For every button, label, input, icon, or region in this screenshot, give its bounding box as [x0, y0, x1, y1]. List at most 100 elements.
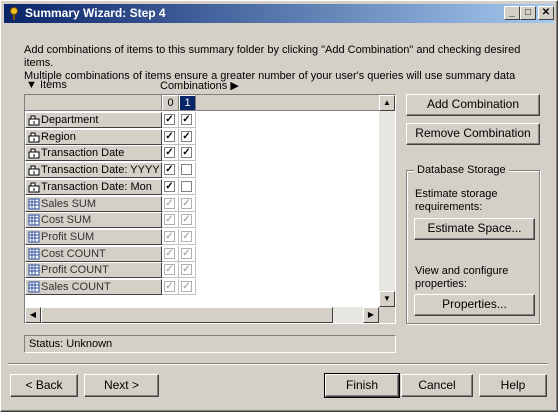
scroll-left-button[interactable]: ◀	[25, 307, 41, 323]
row-label-text: Transaction Date: YYYY	[41, 164, 160, 177]
combination-cell: ✓	[179, 145, 196, 162]
combination-checkbox[interactable]: ✓	[164, 114, 175, 125]
combination-checkbox[interactable]	[181, 164, 192, 176]
row-label[interactable]: Sales SUM	[25, 195, 162, 212]
measure-icon	[28, 231, 40, 243]
combination-checkbox[interactable]: ✓	[181, 114, 192, 125]
combination-cell: ✓	[162, 112, 179, 128]
combination-checkbox: ✓	[164, 247, 175, 259]
row-label[interactable]: Cost SUM	[25, 212, 162, 229]
measure-icon	[28, 264, 40, 276]
next-arrow-icon: >	[132, 378, 140, 392]
column-header-0[interactable]: 0	[162, 95, 179, 111]
instructions-line-1: Add combinations of items to this summar…	[24, 44, 521, 69]
combinations-header[interactable]: Combinations ▶	[160, 79, 239, 92]
scroll-down-button[interactable]: ▼	[379, 291, 395, 307]
grid-header-filler	[196, 95, 379, 111]
horizontal-scroll-thumb[interactable]	[41, 307, 333, 323]
combination-cell: ✓	[162, 245, 179, 262]
combination-cell: ✓	[162, 162, 179, 179]
wizard-icon	[10, 7, 18, 20]
vertical-scrollbar[interactable]: ▲ ▼	[379, 95, 395, 307]
remove-combination-button[interactable]: Remove Combination	[406, 123, 540, 145]
combination-cell: ✓	[162, 228, 179, 245]
next-label: Next	[103, 378, 129, 392]
row-label[interactable]: Cost COUNT	[25, 245, 162, 262]
combination-checkbox[interactable]: ✓	[164, 130, 175, 142]
row-label-text: Transaction Date: Mon	[41, 180, 152, 193]
row-label[interactable]: Department	[25, 112, 162, 128]
next-button[interactable]: Next >	[84, 374, 159, 397]
maximize-button[interactable]: □	[520, 6, 536, 20]
scroll-up-button[interactable]: ▲	[379, 95, 395, 111]
remove-combination-label: Remove Combination	[415, 126, 531, 140]
row-label-text: Sales COUNT	[41, 281, 111, 293]
measure-icon	[28, 198, 40, 210]
row-label[interactable]: Profit SUM	[25, 228, 162, 245]
measure-icon	[28, 248, 40, 260]
combination-checkbox: ✓	[164, 264, 175, 276]
combination-cell: ✓	[162, 195, 179, 212]
estimate-space-button[interactable]: Estimate Space...	[414, 218, 535, 240]
properties-button[interactable]: Properties...	[414, 294, 535, 316]
row-label[interactable]: Profit COUNT	[25, 262, 162, 279]
title-bar[interactable]: Summary Wizard: Step 4 _ □ ✕	[4, 4, 554, 23]
combination-checkbox[interactable]	[181, 180, 192, 192]
grid-corner	[25, 95, 162, 111]
estimate-storage-text: Estimate storage requirements:	[415, 188, 498, 213]
help-button[interactable]: Help	[479, 374, 547, 397]
estimate-space-label: Estimate Space...	[427, 221, 522, 235]
combination-cell: ✓	[179, 228, 196, 245]
row-label[interactable]: Sales COUNT	[25, 279, 162, 295]
combination-checkbox[interactable]: ✓	[164, 147, 175, 159]
combination-checkbox: ✓	[164, 281, 175, 292]
row-label-text: Cost SUM	[41, 214, 92, 227]
scroll-right-button[interactable]: ▶	[363, 307, 379, 323]
row-label[interactable]: Transaction Date: Mon	[25, 178, 162, 195]
database-storage-title: Database Storage	[414, 164, 509, 176]
help-label: Help	[500, 378, 526, 392]
combination-cell	[179, 162, 196, 179]
dimension-icon	[28, 181, 40, 193]
row-label[interactable]: Transaction Date	[25, 145, 162, 162]
combination-cell: ✓	[179, 112, 196, 128]
combinations-header-label: Combinations	[160, 80, 228, 92]
dimension-icon	[28, 164, 40, 176]
row-label-text: Department	[41, 114, 99, 126]
combination-checkbox[interactable]: ✓	[164, 164, 175, 176]
row-label-text: Sales SUM	[41, 197, 97, 210]
horizontal-scrollbar[interactable]: ◀ ▶	[25, 307, 379, 323]
minimize-button[interactable]: _	[504, 6, 520, 20]
combination-checkbox: ✓	[181, 247, 192, 259]
row-label-text: Transaction Date	[41, 147, 125, 160]
column-header-1[interactable]: 1	[179, 95, 196, 111]
row-label-text: Cost COUNT	[41, 247, 106, 260]
combination-checkbox: ✓	[181, 197, 192, 209]
status-bar: Status: Unknown	[24, 335, 396, 353]
collapse-arrow-icon: ▼	[26, 79, 37, 91]
finish-button[interactable]: Finish	[324, 373, 400, 398]
view-properties-text: View and configure properties:	[415, 265, 509, 290]
row-label[interactable]: Region	[25, 128, 162, 145]
row-label-text: Profit SUM	[41, 230, 95, 243]
combination-cell: ✓	[162, 212, 179, 229]
row-label[interactable]: Transaction Date: YYYY	[25, 162, 162, 179]
combination-checkbox[interactable]: ✓	[164, 180, 175, 192]
combination-cell: ✓	[179, 195, 196, 212]
combination-checkbox[interactable]: ✓	[181, 147, 192, 159]
properties-label: Properties...	[442, 297, 507, 311]
finish-label: Finish	[345, 378, 378, 392]
back-button[interactable]: < Back	[10, 374, 78, 397]
items-header[interactable]: ▼ Items	[26, 79, 67, 91]
cancel-button[interactable]: Cancel	[401, 374, 473, 397]
instructions: Add combinations of items to this summar…	[24, 44, 544, 83]
combination-cell: ✓	[179, 212, 196, 229]
combinations-grid: 0 1 Department ✓ ✓ Region ✓ ✓ Transaction Date…	[24, 94, 396, 324]
add-combination-button[interactable]: Add Combination	[406, 94, 540, 116]
combination-cell: ✓	[162, 128, 179, 145]
dimension-icon	[28, 147, 40, 159]
close-button[interactable]: ✕	[538, 6, 554, 20]
combination-checkbox[interactable]: ✓	[181, 130, 192, 142]
combination-checkbox: ✓	[181, 264, 192, 276]
row-label-text: Region	[41, 130, 76, 143]
